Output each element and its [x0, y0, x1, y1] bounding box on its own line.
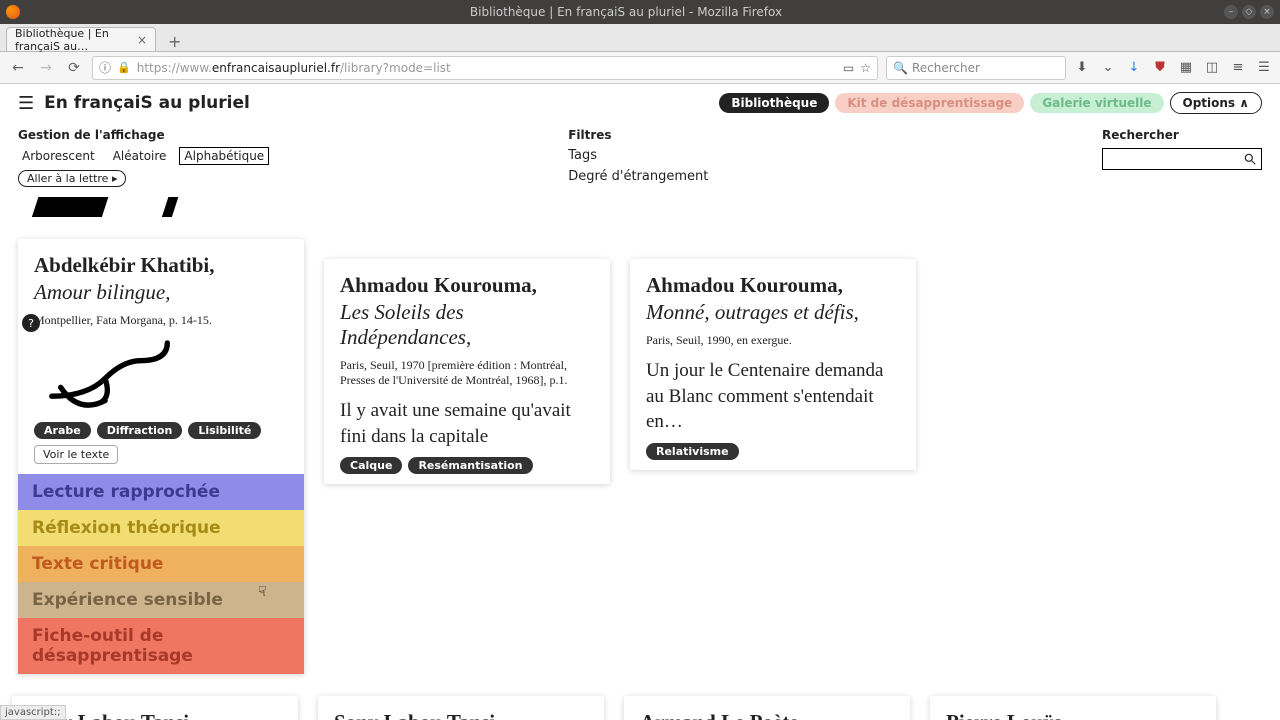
filter-degre[interactable]: Degré d'étrangement [568, 169, 708, 184]
voir-texte-button[interactable]: Voir le texte [34, 445, 118, 464]
reader-mode-icon[interactable]: ▭ [843, 61, 854, 75]
help-button[interactable]: ? [22, 314, 40, 332]
browser-tab[interactable]: Bibliothèque | En françaiS au… × [6, 27, 156, 51]
card-artwork [34, 334, 288, 414]
controls-bar: Gestion de l'affichage Arborescent Aléat… [0, 122, 1280, 197]
mouse-cursor-icon: ☟ [258, 584, 267, 600]
tab-bar: Bibliothèque | En françaiS au… × + [0, 24, 1280, 52]
card-author: Sony Labou Tansi, [334, 710, 588, 720]
search-heading: Rechercher [1102, 128, 1262, 142]
card-author: Pierre Louÿs, [946, 710, 1200, 720]
card-pubinfo: Paris, Seuil, 1990, en exergue. [646, 333, 900, 348]
card-author: Ahmadou Kourouma, [646, 273, 900, 298]
site-search-input[interactable] [1102, 148, 1262, 170]
card-author: Abdelkébir Khatibi, [34, 253, 288, 278]
search-icon: 🔍 [893, 61, 908, 75]
nav-galerie[interactable]: Galerie virtuelle [1030, 93, 1163, 113]
extension-icon[interactable]: ▦ [1178, 60, 1194, 76]
mode-alphabetique[interactable]: Alphabétique [180, 148, 268, 164]
browser-search-placeholder: Rechercher [912, 61, 980, 75]
url-input[interactable]: ⓘ 🔒 https://www.enfrancaisaupluriel.fr/l… [92, 56, 878, 80]
browser-search-input[interactable]: 🔍 Rechercher [886, 56, 1066, 80]
menu-icon[interactable]: ☰ [1256, 60, 1272, 76]
downloads-icon[interactable]: ↓ [1126, 60, 1142, 76]
nav-kit[interactable]: Kit de désapprentissage [835, 93, 1024, 113]
site-menu-icon[interactable]: ☰ [18, 93, 34, 114]
mode-arborescent[interactable]: Arborescent [18, 148, 99, 164]
filters-heading: Filtres [568, 128, 708, 142]
card-labou-tansi-2[interactable]: Sony Labou Tansi, [318, 696, 604, 720]
card-excerpt: Un jour le Centenaire demanda au Blanc c… [646, 358, 900, 435]
site-title: En françaiS au pluriel [44, 93, 250, 113]
search-icon [1243, 152, 1257, 166]
nav-options[interactable]: Options ∧ [1170, 92, 1263, 114]
new-tab-button[interactable]: + [162, 32, 187, 51]
address-bar: ← → ⟳ ⓘ 🔒 https://www.enfrancaisauplurie… [0, 52, 1280, 84]
close-window-button[interactable]: × [1260, 5, 1274, 19]
card-excerpt: Il y avait une semaine qu'avait fini dan… [340, 398, 594, 449]
bookmark-star-icon[interactable]: ☆ [860, 61, 871, 75]
maximize-button[interactable]: ◇ [1242, 5, 1256, 19]
card-actions: Lecture rapprochée Réflexion théorique T… [18, 474, 304, 674]
goto-letter-button[interactable]: Aller à la lettre ▸ [18, 170, 126, 187]
card-khatibi[interactable]: Abdelkébir Khatibi, Amour bilingue, Mont… [18, 239, 304, 674]
tag-resemantisation[interactable]: Resémantisation [408, 457, 532, 474]
status-bar: javascript:; [0, 705, 66, 720]
back-button[interactable]: ← [8, 58, 28, 78]
tab-label: Bibliothèque | En françaiS au… [15, 27, 131, 53]
card-author: Sony Labou Tansi, [28, 710, 282, 720]
section-divider [0, 197, 1280, 219]
firefox-icon [6, 5, 20, 19]
card-author: Ahmadou Kourouma, [340, 273, 594, 298]
ublock-icon[interactable]: ⛊ [1152, 60, 1168, 76]
window-titlebar: Bibliothèque | En françaiS au pluriel - … [0, 0, 1280, 24]
mode-aleatoire[interactable]: Aléatoire [109, 148, 171, 164]
card-pubinfo: Paris, Seuil, 1970 [première édition : M… [340, 358, 594, 388]
site-header: ☰ En françaiS au pluriel Bibliothèque Ki… [0, 84, 1280, 122]
forward-button[interactable]: → [36, 58, 56, 78]
minimize-button[interactable]: – [1224, 5, 1238, 19]
card-louys[interactable]: Pierre Louÿs, [930, 696, 1216, 720]
download-indicator-icon[interactable]: ⬇ [1074, 60, 1090, 76]
action-texte[interactable]: Texte critique [18, 546, 304, 582]
display-heading: Gestion de l'affichage [18, 128, 268, 142]
tag-diffraction[interactable]: Diffraction [97, 422, 183, 439]
url-text: https://www.enfrancaisaupluriel.fr/libra… [137, 61, 837, 75]
reload-button[interactable]: ⟳ [64, 58, 84, 78]
card-author: Armand Le Poète, [640, 710, 894, 720]
action-fiche[interactable]: Fiche-outil de désapprentisage [18, 618, 304, 674]
tag-calque[interactable]: Calque [340, 457, 402, 474]
card-kourouma-monne[interactable]: Ahmadou Kourouma, Monné, outrages et déf… [630, 259, 916, 470]
action-reflexion[interactable]: Réflexion théorique [18, 510, 304, 546]
library-icon[interactable]: ≡ [1230, 60, 1246, 76]
action-lecture[interactable]: Lecture rapprochée [18, 474, 304, 510]
card-kourouma-soleils[interactable]: Ahmadou Kourouma, Les Soleils des Indépe… [324, 259, 610, 484]
close-tab-icon[interactable]: × [137, 33, 147, 47]
tag-arabe[interactable]: Arabe [34, 422, 91, 439]
card-work: Les Soleils des Indépendances, [340, 300, 594, 350]
window-title: Bibliothèque | En françaiS au pluriel - … [28, 5, 1224, 19]
tag-relativisme[interactable]: Relativisme [646, 443, 739, 460]
tag-lisibilite[interactable]: Lisibilité [188, 422, 261, 439]
pocket-icon[interactable]: ⌄ [1100, 60, 1116, 76]
info-icon[interactable]: ⓘ [99, 59, 111, 76]
extension-icon-2[interactable]: ◫ [1204, 60, 1220, 76]
card-work: Amour bilingue, [34, 280, 288, 305]
card-work: Monné, outrages et défis, [646, 300, 900, 325]
card-pubinfo: Montpellier, Fata Morgana, p. 14-15. [34, 313, 288, 328]
card-le-poete[interactable]: Armand Le Poète, [624, 696, 910, 720]
nav-bibliotheque[interactable]: Bibliothèque [719, 93, 829, 113]
lock-icon: 🔒 [117, 61, 131, 74]
filter-tags[interactable]: Tags [568, 148, 708, 163]
